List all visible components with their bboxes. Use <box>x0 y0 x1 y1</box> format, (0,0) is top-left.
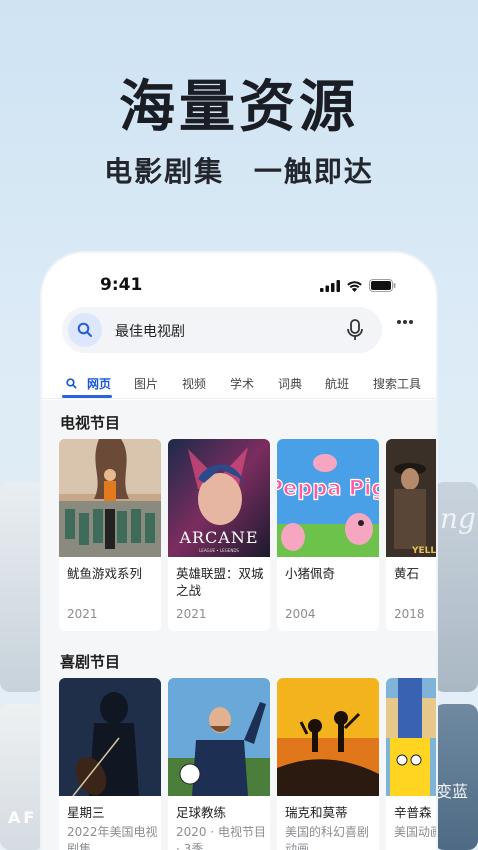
poster-image <box>59 678 161 796</box>
tv-shows-section: 电视节目 鱿鱼游戏系列 2021 ARCANE LEAGUE • LEGENDS… <box>42 400 436 650</box>
card-year: 2021 <box>176 607 207 621</box>
card-title: 辛普森 <box>394 805 432 820</box>
poster-title-text: ARCANE <box>178 528 258 547</box>
search-bar[interactable]: 最佳电视剧 <box>62 307 382 353</box>
background-card-right-bottom: 变蓝 <box>434 704 478 850</box>
tab-academic[interactable]: 学术 <box>230 375 254 392</box>
background-card-text: 变蓝 <box>436 782 469 801</box>
search-icon <box>77 322 92 337</box>
signal-icon <box>320 279 340 292</box>
card-year: 2021 <box>67 607 98 621</box>
microphone-icon[interactable] <box>346 319 364 341</box>
poster-title-text: Peppa Pig <box>277 476 379 500</box>
background-card-right-top: ng <box>434 482 478 692</box>
poster-image: YELL <box>386 439 436 557</box>
tv-card-peppa-pig[interactable]: Peppa Pig 小猪佩奇 2004 <box>277 439 379 631</box>
phone-mockup: 9:41 最佳电视剧 网页 图片 视频 学术 词典 航班 搜索工具 电视节目 鱿… <box>42 253 436 850</box>
poster-image <box>59 439 161 557</box>
tab-videos[interactable]: 视频 <box>182 375 206 392</box>
status-time: 9:41 <box>100 275 143 295</box>
more-options-icon[interactable] <box>396 319 414 325</box>
poster-subtitle-text: LEAGUE • LEGENDS <box>199 548 239 553</box>
search-button[interactable] <box>68 313 102 347</box>
comedy-card-wednesday[interactable]: 星期三 2022年美国电视剧集 <box>59 678 161 850</box>
card-title: 小猪佩奇 <box>285 566 336 581</box>
tv-card-arcane[interactable]: ARCANE LEAGUE • LEGENDS 英雄联盟：双城之战 2021 <box>168 439 270 631</box>
card-subtitle: 2022年美国电视剧集 <box>67 825 158 850</box>
comedy-card-ted-lasso[interactable]: 足球教练 2020 · 电视节目 · 3季 <box>168 678 270 850</box>
tab-web[interactable]: 网页 <box>87 375 111 392</box>
poster-image <box>386 678 436 796</box>
poster-image <box>277 678 379 796</box>
card-title: 黄石 <box>394 566 420 581</box>
tv-card-yellowstone[interactable]: YELL 黄石 2018 <box>386 439 436 631</box>
hero-subtitle: 电影剧集 一触即达 <box>104 155 374 188</box>
poster-title-text: YELL <box>411 546 436 556</box>
tab-images[interactable]: 图片 <box>134 375 158 392</box>
poster-image <box>168 678 270 796</box>
comedy-card-rick-and-morty[interactable]: 瑞克和莫蒂 美国的科幻喜剧动画 <box>277 678 379 850</box>
background-card-left-bottom: AF <box>0 704 44 850</box>
tv-card-squid-game[interactable]: 鱿鱼游戏系列 2021 <box>59 439 161 631</box>
card-title: 英雄联盟：双城之战 <box>176 566 264 598</box>
comedy-card-simpsons[interactable]: 辛普森 美国动画喜剧 <box>386 678 436 850</box>
search-tabs: 网页 图片 视频 学术 词典 航班 搜索工具 <box>42 371 436 399</box>
search-input[interactable]: 最佳电视剧 <box>115 321 185 341</box>
section-title: 喜剧节目 <box>60 653 121 671</box>
card-subtitle: 美国的科幻喜剧动画 <box>285 825 370 850</box>
battery-icon <box>369 279 396 292</box>
tab-search-tools[interactable]: 搜索工具 <box>373 375 421 392</box>
tab-dictionary[interactable]: 词典 <box>278 375 302 392</box>
comedy-shows-section: 喜剧节目 星期三 2022年美国电视剧集 足球教练 2020 · 电视节目 · … <box>42 639 436 850</box>
tab-flights[interactable]: 航班 <box>325 375 349 392</box>
card-title: 鱿鱼游戏系列 <box>67 566 143 581</box>
status-bar: 9:41 <box>42 273 436 299</box>
wifi-icon <box>347 280 362 292</box>
card-title: 足球教练 <box>176 805 227 820</box>
card-year: 2018 <box>394 607 425 621</box>
section-title: 电视节目 <box>60 414 121 432</box>
card-subtitle: 2020 · 电视节目 · 3季 <box>176 825 266 850</box>
poster-image: Peppa Pig <box>277 439 379 557</box>
poster-image: ARCANE LEAGUE • LEGENDS <box>168 439 270 557</box>
active-tab-indicator <box>62 395 112 398</box>
background-card-left-top <box>0 482 44 692</box>
card-subtitle: 美国动画喜剧 <box>394 825 436 839</box>
card-title: 瑞克和莫蒂 <box>285 805 348 820</box>
background-card-text: ng <box>440 502 476 535</box>
search-tab-icon <box>66 378 77 389</box>
card-title: 星期三 <box>67 805 105 820</box>
background-card-text: AF <box>8 808 38 827</box>
hero-title: 海量资源 <box>119 75 359 140</box>
card-year: 2004 <box>285 607 316 621</box>
